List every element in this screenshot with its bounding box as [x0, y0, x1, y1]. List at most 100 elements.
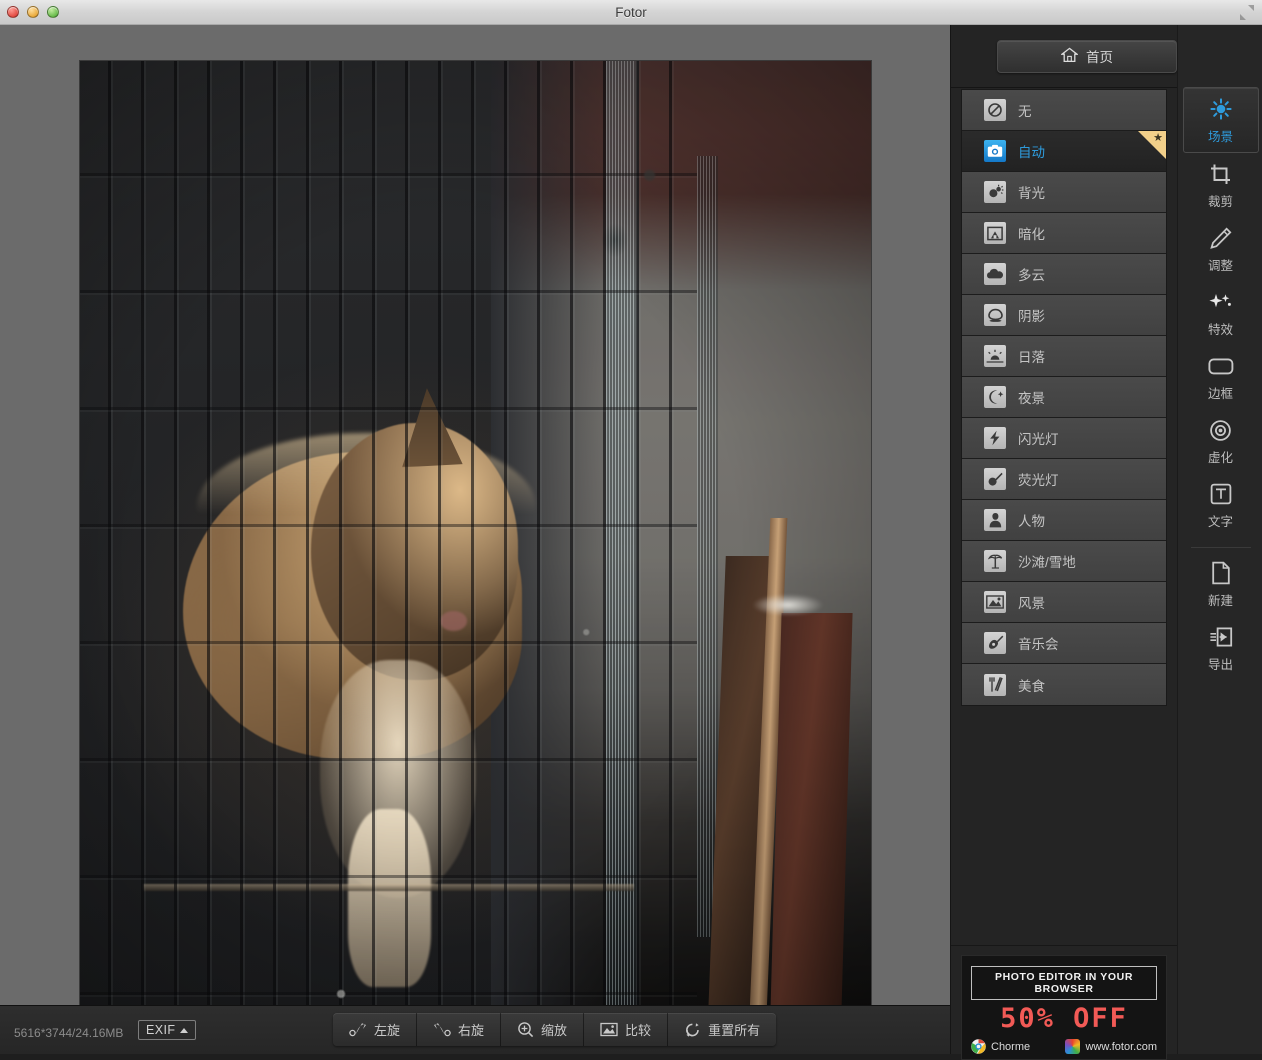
tab-label: 场景: [1207, 130, 1233, 144]
scene-label: 阴影: [1018, 309, 1045, 324]
scene-preset-list: 无 自动 ★ 背光 暗化 多云 阴影 日落 夜景 闪光灯 荧光灯 人物 沙滩/雪…: [961, 89, 1167, 706]
sidebar-item-cloudy[interactable]: 多云: [962, 254, 1166, 295]
tab-export[interactable]: 导出: [1183, 616, 1259, 680]
flash-icon: [984, 427, 1006, 449]
rotate-right-label: 右旋: [458, 1023, 485, 1038]
tab-label: 特效: [1207, 323, 1233, 337]
frame-icon: [1207, 354, 1234, 378]
sidebar-item-concert[interactable]: 音乐会: [962, 623, 1166, 664]
tab-text[interactable]: 文字: [1183, 473, 1259, 537]
maximize-button[interactable]: [47, 6, 59, 18]
photo-vignette: [80, 61, 871, 1013]
promo-footer: Chorme www.fotor.com: [971, 1039, 1157, 1054]
close-button[interactable]: [7, 6, 19, 18]
scene-label: 美食: [1018, 678, 1045, 694]
bottom-status-bar: 5616*3744/24.16MB EXIF 左旋 右旋 缩放 比较 重置所有: [0, 1005, 950, 1054]
tab-adjust[interactable]: 调整: [1183, 217, 1259, 281]
window-titlebar: Fotor: [0, 0, 1262, 25]
cloudy-icon: [984, 263, 1006, 285]
backlight-icon: [984, 181, 1006, 203]
exif-button[interactable]: EXIF: [138, 1020, 197, 1040]
sidebar-item-flash[interactable]: 闪光灯: [962, 418, 1166, 459]
promo-site[interactable]: www.fotor.com: [1065, 1039, 1157, 1054]
tab-effects[interactable]: 特效: [1183, 281, 1259, 345]
zoom-button[interactable]: 缩放: [501, 1013, 585, 1046]
sidebar-item-food[interactable]: 美食: [962, 664, 1166, 705]
fotor-logo-icon: [1065, 1039, 1081, 1054]
window-title: Fotor: [615, 4, 647, 20]
fotor-app-window: Fotor 5616*3744/24.16MB EXIF 左旋 右旋 缩放 比较…: [0, 0, 1262, 1060]
tab-crop[interactable]: 裁剪: [1183, 153, 1259, 217]
rotate-right-button[interactable]: 右旋: [417, 1013, 502, 1046]
sparkle-icon: [1208, 290, 1233, 314]
darken-icon: [984, 222, 1006, 244]
tab-label: 调整: [1207, 259, 1233, 273]
tab-tilt-shift[interactable]: 虚化: [1183, 409, 1259, 473]
tab-label: 虚化: [1207, 451, 1233, 465]
photo-canvas-area[interactable]: [0, 25, 950, 1013]
tilt-shift-icon: [1209, 418, 1232, 442]
home-row: 首页: [951, 25, 1177, 87]
home-button-label: 首页: [1086, 50, 1113, 65]
rotate-right-icon: [433, 1022, 451, 1038]
sidebar-item-night[interactable]: 夜景: [962, 377, 1166, 418]
promo-browser[interactable]: Chorme: [971, 1039, 1030, 1054]
sidebar-item-fluorescent[interactable]: 荧光灯: [962, 459, 1166, 500]
shadow-icon: [984, 304, 1006, 326]
tab-scene[interactable]: 场景: [1182, 87, 1259, 153]
scene-label: 夜景: [1018, 391, 1045, 406]
sidebar-item-backlight[interactable]: 背光: [962, 172, 1166, 213]
sidebar-item-landscape[interactable]: 风景: [962, 582, 1166, 623]
reset-all-label: 重置所有: [708, 1023, 761, 1038]
export-icon: [1209, 625, 1233, 649]
camera-auto-icon: [984, 140, 1006, 162]
scene-label: 自动: [1018, 145, 1045, 160]
home-button[interactable]: 首页: [997, 39, 1177, 73]
crop-icon: [1209, 162, 1232, 186]
tab-label: 导出: [1207, 658, 1233, 672]
compare-button[interactable]: 比较: [584, 1013, 669, 1046]
rotate-left-icon: [349, 1022, 367, 1038]
photo-tools-group: 左旋 右旋 缩放 比较 重置所有: [333, 1013, 777, 1046]
photo-preview[interactable]: [80, 61, 871, 1013]
text-icon: [1210, 482, 1232, 506]
scene-label: 背光: [1018, 186, 1045, 201]
tab-new[interactable]: 新建: [1183, 552, 1259, 616]
zoom-in-icon: [517, 1021, 534, 1038]
home-icon: [1060, 47, 1079, 66]
fullscreen-icon[interactable]: [1238, 4, 1256, 21]
rail-divider: [1190, 547, 1251, 548]
star-icon: ★: [1153, 132, 1163, 144]
panel-divider: [951, 87, 1177, 88]
beach-snow-icon: [984, 550, 1006, 572]
sunset-icon: [984, 345, 1006, 367]
scene-label: 荧光灯: [1018, 473, 1059, 488]
tab-label: 新建: [1207, 594, 1233, 608]
sidebar-item-shadow[interactable]: 阴影: [962, 295, 1166, 336]
tab-frame[interactable]: 边框: [1183, 345, 1259, 409]
promo-browser-label: Chorme: [991, 1040, 1031, 1053]
none-forbidden-icon: [984, 99, 1006, 121]
caret-up-icon: [180, 1027, 189, 1033]
sidebar-item-auto[interactable]: 自动 ★: [962, 131, 1166, 172]
panel-divider-bottom: [951, 945, 1177, 946]
reset-all-button[interactable]: 重置所有: [668, 1013, 776, 1046]
scene-label: 日落: [1018, 350, 1045, 365]
promo-banner[interactable]: PHOTO EDITOR IN YOUR BROWSER 50% OFF Cho…: [961, 955, 1167, 1060]
sidebar-item-sunset[interactable]: 日落: [962, 336, 1166, 377]
compare-label: 比较: [625, 1023, 652, 1038]
rotate-left-label: 左旋: [374, 1023, 401, 1038]
sidebar-item-darken[interactable]: 暗化: [962, 213, 1166, 254]
sidebar-item-portrait[interactable]: 人物: [962, 500, 1166, 541]
scene-label: 沙滩/雪地: [1018, 555, 1076, 570]
scene-label: 音乐会: [1018, 637, 1059, 652]
tool-rail: 场景 裁剪 调整 特效 边框 虚化 文字 新建 导出: [1177, 25, 1262, 1054]
scene-label: 无: [1018, 104, 1032, 119]
image-info-label: 5616*3744/24.16MB: [14, 1026, 124, 1040]
portrait-icon: [984, 509, 1006, 531]
rotate-left-button[interactable]: 左旋: [333, 1013, 418, 1046]
minimize-button[interactable]: [27, 6, 39, 18]
chrome-icon: [971, 1039, 986, 1054]
sidebar-item-none[interactable]: 无: [962, 90, 1166, 131]
sidebar-item-beach-snow[interactable]: 沙滩/雪地: [962, 541, 1166, 582]
